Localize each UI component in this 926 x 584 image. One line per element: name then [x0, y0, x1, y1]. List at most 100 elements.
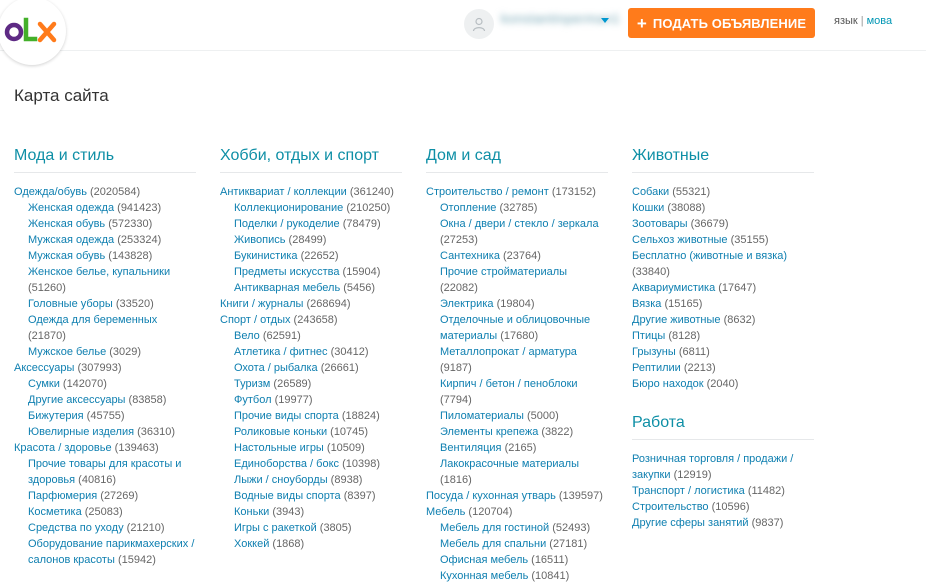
category-item[interactable]: Одежда/обувь (2020584) [14, 184, 196, 200]
subcategory-item[interactable]: Настольные игры (10509) [220, 440, 402, 456]
subcategory-item[interactable]: Игры с ракеткой (3805) [220, 520, 402, 536]
category-link[interactable]: Женское белье, купальники [28, 266, 170, 278]
category-link[interactable]: Женская обувь [28, 218, 105, 230]
subcategory-item[interactable]: Офисная мебель (16511) [426, 552, 608, 568]
user-avatar[interactable] [464, 9, 494, 39]
category-item[interactable]: Аквариумистика (17647) [632, 280, 814, 296]
lang-alt-link[interactable]: мова [867, 15, 893, 27]
subcategory-item[interactable]: Женская одежда (941423) [14, 200, 196, 216]
category-link[interactable]: Мужское белье [28, 346, 106, 358]
category-item[interactable]: Рептилии (2213) [632, 360, 814, 376]
category-item[interactable]: Книги / журналы (268694) [220, 296, 402, 312]
category-item[interactable]: Бесплатно (животные и вязка) (33840) [632, 248, 814, 280]
category-link[interactable]: Роликовые коньки [234, 426, 327, 438]
category-link[interactable]: Кухонная мебель [440, 570, 528, 582]
category-title[interactable]: Хобби, отдых и спорт [220, 147, 402, 173]
category-link[interactable]: Посуда / кухонная утварь [426, 490, 556, 502]
category-link[interactable]: Окна / двери / стекло / зеркала [440, 218, 599, 230]
category-link[interactable]: Спорт / отдых [220, 314, 290, 326]
category-title[interactable]: Животные [632, 147, 814, 173]
category-link[interactable]: Настольные игры [234, 442, 324, 454]
category-item[interactable]: Антиквариат / коллекции (361240) [220, 184, 402, 200]
category-item[interactable]: Бюро находок (2040) [632, 376, 814, 392]
subcategory-item[interactable]: Бижутерия (45755) [14, 408, 196, 424]
category-link[interactable]: Единоборства / бокс [234, 458, 339, 470]
category-link[interactable]: Женская одежда [28, 202, 114, 214]
category-item[interactable]: Красота / здоровье (139463) [14, 440, 196, 456]
category-link[interactable]: Ювелирные изделия [28, 426, 134, 438]
subcategory-item[interactable]: Мебель для спальни (27181) [426, 536, 608, 552]
category-item[interactable]: Розничная торговля / продажи / закупки (… [632, 451, 814, 483]
subcategory-item[interactable]: Женское белье, купальники (51260) [14, 264, 196, 296]
subcategory-item[interactable]: Мебель для гостиной (52493) [426, 520, 608, 536]
category-link[interactable]: Элементы крепежа [440, 426, 538, 438]
category-link[interactable]: Грызуны [632, 346, 676, 358]
category-link[interactable]: Транспорт / логистика [632, 485, 745, 497]
category-link[interactable]: Другие животные [632, 314, 721, 326]
subcategory-item[interactable]: Вело (62591) [220, 328, 402, 344]
category-link[interactable]: Сельхоз животные [632, 234, 728, 246]
subcategory-item[interactable]: Прочие стройматериалы (22082) [426, 264, 608, 296]
category-link[interactable]: Туризм [234, 378, 270, 390]
subcategory-item[interactable]: Мужская одежда (253324) [14, 232, 196, 248]
category-link[interactable]: Офисная мебель [440, 554, 528, 566]
category-link[interactable]: Кошки [632, 202, 664, 214]
subcategory-item[interactable]: Коньки (3943) [220, 504, 402, 520]
category-link[interactable]: Аксессуары [14, 362, 74, 374]
category-link[interactable]: Лыжи / сноуборды [234, 474, 328, 486]
category-link[interactable]: Строительство / ремонт [426, 186, 549, 198]
category-link[interactable]: Мужская одежда [28, 234, 114, 246]
category-link[interactable]: Игры с ракеткой [234, 522, 317, 534]
subcategory-item[interactable]: Прочие виды спорта (18824) [220, 408, 402, 424]
category-link[interactable]: Другие сферы занятий [632, 517, 749, 529]
category-title[interactable]: Работа [632, 414, 814, 440]
category-link[interactable]: Атлетика / фитнес [234, 346, 328, 358]
subcategory-item[interactable]: Отопление (32785) [426, 200, 608, 216]
subcategory-item[interactable]: Средства по уходу (21210) [14, 520, 196, 536]
category-link[interactable]: Лакокрасочные материалы [440, 458, 579, 470]
subcategory-item[interactable]: Кирпич / бетон / пеноблоки (7794) [426, 376, 608, 408]
subcategory-item[interactable]: Металлопрокат / арматура (9187) [426, 344, 608, 376]
subcategory-item[interactable]: Живопись (28499) [220, 232, 402, 248]
subcategory-item[interactable]: Лакокрасочные материалы (1816) [426, 456, 608, 488]
category-item[interactable]: Собаки (55321) [632, 184, 814, 200]
subcategory-item[interactable]: Поделки / рукоделие (78479) [220, 216, 402, 232]
subcategory-item[interactable]: Хоккей (1868) [220, 536, 402, 552]
subcategory-item[interactable]: Женская обувь (572330) [14, 216, 196, 232]
post-ad-button[interactable]: + ПОДАТЬ ОБЪЯВЛЕНИЕ [628, 8, 815, 38]
subcategory-item[interactable]: Охота / рыбалка (26661) [220, 360, 402, 376]
category-link[interactable]: Живопись [234, 234, 285, 246]
category-link[interactable]: Бюро находок [632, 378, 704, 390]
category-link[interactable]: Коллекционирование [234, 202, 343, 214]
subcategory-item[interactable]: Атлетика / фитнес (30412) [220, 344, 402, 360]
subcategory-item[interactable]: Косметика (25083) [14, 504, 196, 520]
category-link[interactable]: Головные уборы [28, 298, 113, 310]
subcategory-item[interactable]: Футбол (19977) [220, 392, 402, 408]
category-link[interactable]: Другие аксессуары [28, 394, 125, 406]
subcategory-item[interactable]: Элементы крепежа (3822) [426, 424, 608, 440]
category-item[interactable]: Аксессуары (307993) [14, 360, 196, 376]
category-item[interactable]: Птицы (8128) [632, 328, 814, 344]
category-link[interactable]: Собаки [632, 186, 669, 198]
category-link[interactable]: Книги / журналы [220, 298, 303, 310]
subcategory-item[interactable]: Другие аксессуары (83858) [14, 392, 196, 408]
subcategory-item[interactable]: Роликовые коньки (10745) [220, 424, 402, 440]
category-link[interactable]: Футбол [234, 394, 272, 406]
category-link[interactable]: Средства по уходу [28, 522, 124, 534]
chevron-down-icon[interactable] [601, 18, 609, 23]
category-link[interactable]: Красота / здоровье [14, 442, 112, 454]
category-link[interactable]: Рептилии [632, 362, 681, 374]
subcategory-item[interactable]: Мужское белье (3029) [14, 344, 196, 360]
category-link[interactable]: Вело [234, 330, 260, 342]
category-item[interactable]: Сельхоз животные (35155) [632, 232, 814, 248]
subcategory-item[interactable]: Букинистика (22652) [220, 248, 402, 264]
category-link[interactable]: Сантехника [440, 250, 500, 262]
category-link[interactable]: Электрика [440, 298, 494, 310]
subcategory-item[interactable]: Лыжи / сноуборды (8938) [220, 472, 402, 488]
category-item[interactable]: Строительство (10596) [632, 499, 814, 515]
category-link[interactable]: Отопление [440, 202, 496, 214]
category-link[interactable]: Поделки / рукоделие [234, 218, 340, 230]
category-link[interactable]: Предметы искусства [234, 266, 339, 278]
subcategory-item[interactable]: Оборудование парикмахерских / салонов кр… [14, 536, 196, 568]
category-link[interactable]: Бижутерия [28, 410, 84, 422]
